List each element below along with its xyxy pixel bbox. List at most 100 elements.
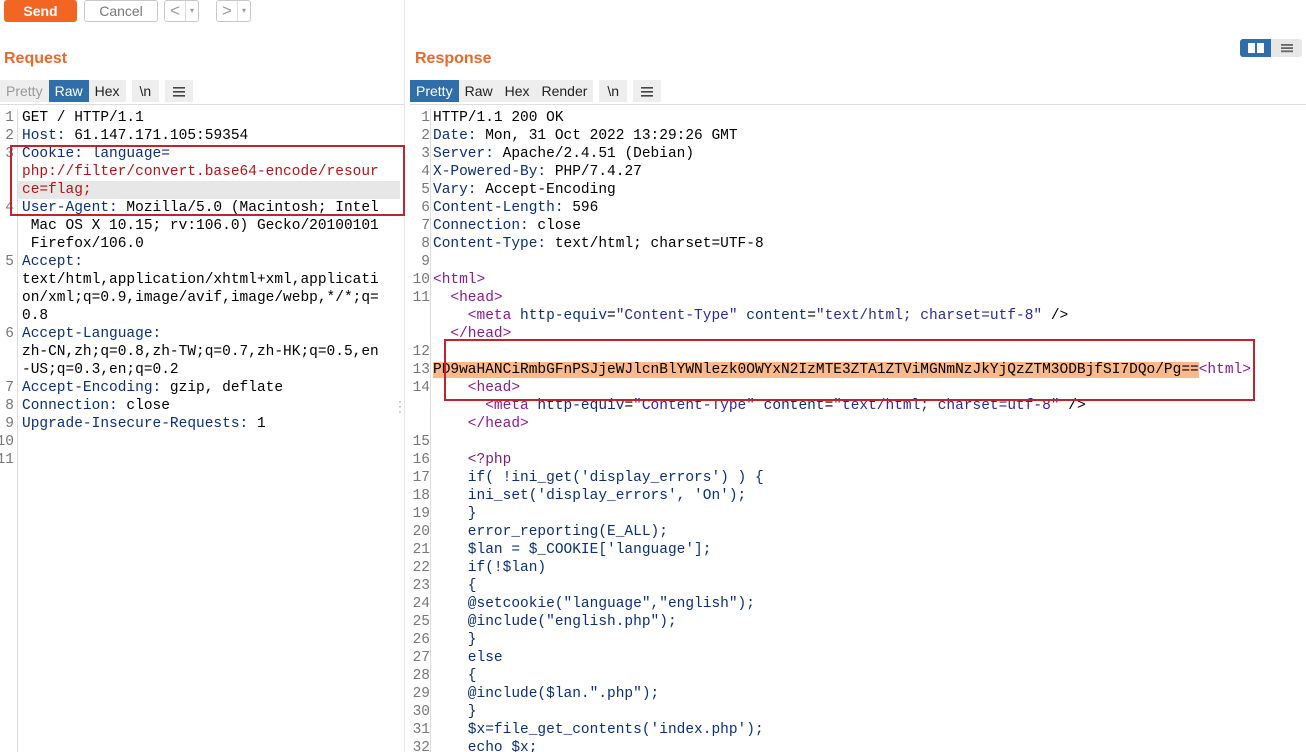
header-name: Date: xyxy=(433,128,477,144)
code-line: Accept-Encoding: gzip, deflate xyxy=(22,379,283,397)
code-line: on/xml;q=0.9,image/avif,image/webp,*/*;q… xyxy=(22,289,379,307)
response-menu-button[interactable] xyxy=(633,80,662,102)
header-name: GET / HTTP/1.1 xyxy=(22,110,144,126)
line-number: 1 xyxy=(5,110,14,126)
base64-annotation-box xyxy=(444,339,1255,401)
split-view-icon xyxy=(1247,43,1264,53)
code-line: Content-Length: 596 xyxy=(433,199,598,217)
forward-nav-group[interactable]: > ▾ xyxy=(216,0,251,22)
line-number: 1 xyxy=(421,110,430,126)
code-line: Firefox/106.0 xyxy=(22,235,144,253)
html-tag: <head> xyxy=(433,290,503,306)
code-line: GET / HTTP/1.1 xyxy=(22,109,144,127)
php-code: @setcookie("language","english"); xyxy=(433,596,755,612)
code-line: text/html,application/xhtml+xml,applicat… xyxy=(22,271,379,289)
layout-view-toggle[interactable] xyxy=(1240,39,1302,57)
forward-history-dropdown-icon[interactable]: ▾ xyxy=(237,1,250,21)
cancel-button[interactable]: Cancel xyxy=(84,0,158,22)
line-number: 27 xyxy=(412,650,430,666)
back-history-dropdown-icon[interactable]: ▾ xyxy=(185,1,198,21)
code-line: zh-CN,zh;q=0.8,zh-TW;q=0.7,zh-HK;q=0.5,e… xyxy=(22,343,379,361)
pane-resize-handle-icon[interactable]: · · · xyxy=(398,395,402,417)
line-number: 2 xyxy=(5,128,14,144)
html-attr-value: "text/html; charset=utf-8" xyxy=(815,308,1043,324)
request-title: Request xyxy=(4,50,68,67)
line-number: 4 xyxy=(421,164,430,180)
line-number: 20 xyxy=(412,524,430,540)
response-tabs: Pretty Raw Hex Render \n xyxy=(410,80,662,102)
html-close: /> xyxy=(1042,308,1069,324)
hamburger-icon xyxy=(173,87,186,97)
line-number: 17 xyxy=(412,470,430,486)
code-line: { xyxy=(433,577,477,595)
header-value: close xyxy=(528,218,581,234)
code-line: @include($lan.".php"); xyxy=(433,685,659,703)
split-view-button[interactable] xyxy=(1240,39,1271,57)
line-number: 18 xyxy=(412,488,430,504)
response-tab-newline[interactable]: \n xyxy=(599,80,628,102)
php-code: echo $x; xyxy=(433,740,538,752)
code-line: Content-Type: text/html; charset=UTF-8 xyxy=(433,235,764,253)
html-space xyxy=(738,308,747,324)
header-name: X-Powered-By: xyxy=(433,164,547,180)
response-tab-raw[interactable]: Raw xyxy=(458,80,499,102)
header-name: Host: xyxy=(22,128,66,144)
line-number: 2 xyxy=(421,128,430,144)
hamburger-icon xyxy=(641,87,654,97)
code-line: 0.8 xyxy=(22,307,48,325)
code-line: else xyxy=(433,649,503,667)
line-number: 25 xyxy=(412,614,430,630)
php-code: if( !ini_get('display_errors') ) { xyxy=(433,470,764,486)
request-tab-hex[interactable]: Hex xyxy=(88,80,126,102)
request-tab-pretty[interactable]: Pretty xyxy=(0,80,49,102)
code-line: Server: Apache/2.4.51 (Debian) xyxy=(433,145,694,163)
response-tab-pretty[interactable]: Pretty xyxy=(410,80,459,102)
php-code: ini_set('display_errors', 'On'); xyxy=(433,488,747,504)
forward-arrow-icon[interactable]: > xyxy=(217,1,237,21)
code-line: X-Powered-By: PHP/7.4.27 xyxy=(433,163,642,181)
header-name: Content-Type: xyxy=(433,236,547,252)
toolbar: Send Cancel < ▾ > ▾ xyxy=(0,0,1306,24)
response-tab-hex[interactable]: Hex xyxy=(498,80,536,102)
code-line: $x=file_get_contents('index.php'); xyxy=(433,721,764,739)
stacked-view-button[interactable] xyxy=(1271,39,1302,57)
header-value: zh-CN,zh;q=0.8,zh-TW;q=0.7,zh-HK;q=0.5,e… xyxy=(22,344,379,360)
header-value: 61.147.171.105:59354 xyxy=(65,128,249,144)
line-number: 11 xyxy=(0,452,14,468)
line-number: 30 xyxy=(412,704,430,720)
response-tab-render[interactable]: Render xyxy=(535,80,594,102)
code-line: <meta http-equiv="Content-Type" content=… xyxy=(433,307,1068,325)
code-line: @include("english.php"); xyxy=(433,613,677,631)
line-number: 16 xyxy=(412,452,430,468)
pane-divider[interactable] xyxy=(404,0,405,752)
header-value: 596 xyxy=(563,200,599,216)
code-line: echo $x; xyxy=(433,739,538,752)
back-nav-group[interactable]: < ▾ xyxy=(164,0,199,22)
request-tab-raw[interactable]: Raw xyxy=(48,80,89,102)
line-number: 26 xyxy=(412,632,430,648)
code-line: } xyxy=(433,631,477,649)
code-line: Accept: xyxy=(22,253,83,271)
send-button[interactable]: Send xyxy=(4,0,77,22)
php-code: { xyxy=(433,578,477,594)
line-number: 6 xyxy=(5,326,14,342)
code-line: error_reporting(E_ALL); xyxy=(433,523,668,541)
header-name: Accept-Language: xyxy=(22,326,162,342)
header-value: Mon, 31 Oct 2022 13:29:26 GMT xyxy=(476,128,738,144)
line-number: 21 xyxy=(412,542,430,558)
code-line: Mac OS X 10.15; rv:106.0) Gecko/20100101 xyxy=(22,217,379,235)
request-tab-newline[interactable]: \n xyxy=(131,80,160,102)
code-line: <head> xyxy=(433,289,503,307)
code-line: $lan = $_COOKIE['language']; xyxy=(433,541,712,559)
request-menu-button[interactable] xyxy=(165,80,194,102)
code-line: Upgrade-Insecure-Requests: 1 xyxy=(22,415,266,433)
back-arrow-icon[interactable]: < xyxy=(165,1,185,21)
line-number: 3 xyxy=(421,146,430,162)
php-code: else xyxy=(433,650,503,666)
line-number: 12 xyxy=(412,344,430,360)
html-eq: = xyxy=(607,308,616,324)
header-value: 0.8 xyxy=(22,308,49,324)
header-name: Accept-Encoding: xyxy=(22,380,162,396)
line-number: 10 xyxy=(0,434,14,450)
header-name: Connection: xyxy=(22,398,118,414)
